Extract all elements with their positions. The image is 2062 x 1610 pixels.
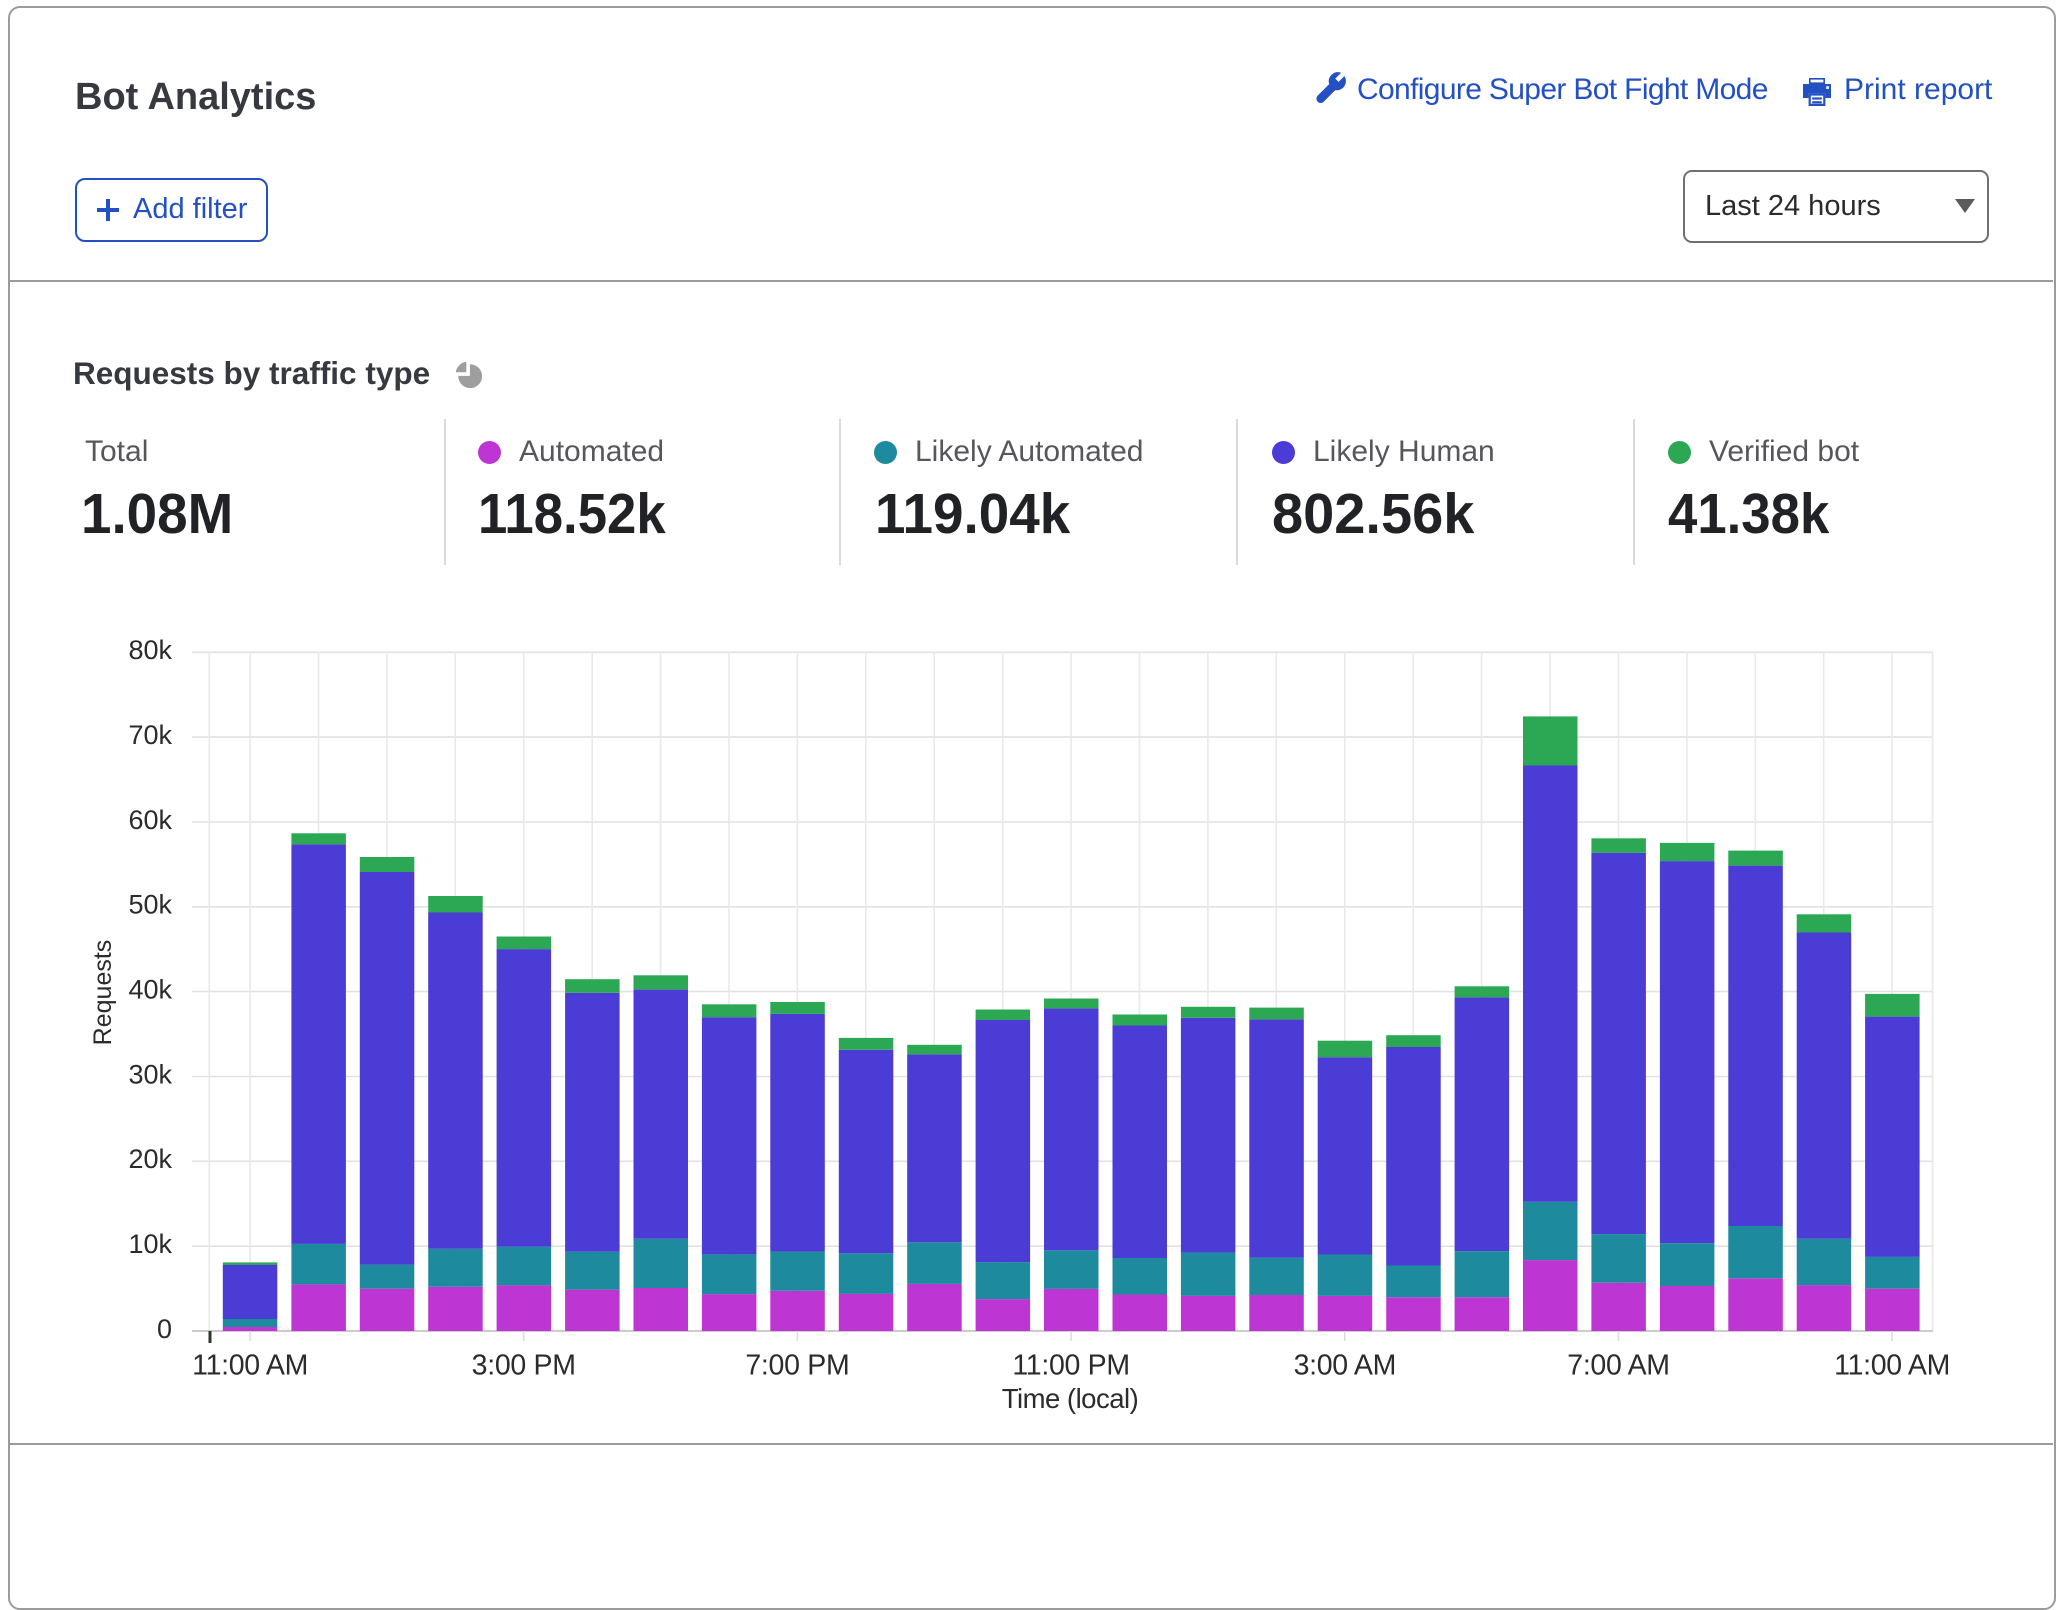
svg-text:Requests: Requests xyxy=(89,940,117,1046)
svg-text:30k: 30k xyxy=(128,1059,172,1089)
svg-text:80k: 80k xyxy=(128,635,172,665)
svg-text:60k: 60k xyxy=(128,805,172,835)
svg-text:3:00 AM: 3:00 AM xyxy=(1294,1350,1396,1382)
svg-text:70k: 70k xyxy=(128,720,172,750)
svg-text:20k: 20k xyxy=(128,1144,172,1174)
svg-text:Time (local): Time (local) xyxy=(1002,1383,1139,1414)
svg-text:11:00 AM: 11:00 AM xyxy=(1834,1350,1950,1382)
svg-text:3:00 PM: 3:00 PM xyxy=(472,1350,576,1382)
svg-text:0: 0 xyxy=(157,1314,172,1344)
svg-text:50k: 50k xyxy=(128,890,172,920)
svg-text:10k: 10k xyxy=(128,1229,172,1259)
svg-text:7:00 PM: 7:00 PM xyxy=(745,1350,849,1382)
svg-text:7:00 AM: 7:00 AM xyxy=(1567,1350,1669,1382)
svg-text:11:00 PM: 11:00 PM xyxy=(1012,1350,1129,1382)
svg-text:40k: 40k xyxy=(128,974,172,1004)
svg-text:11:00 AM: 11:00 AM xyxy=(192,1350,308,1382)
